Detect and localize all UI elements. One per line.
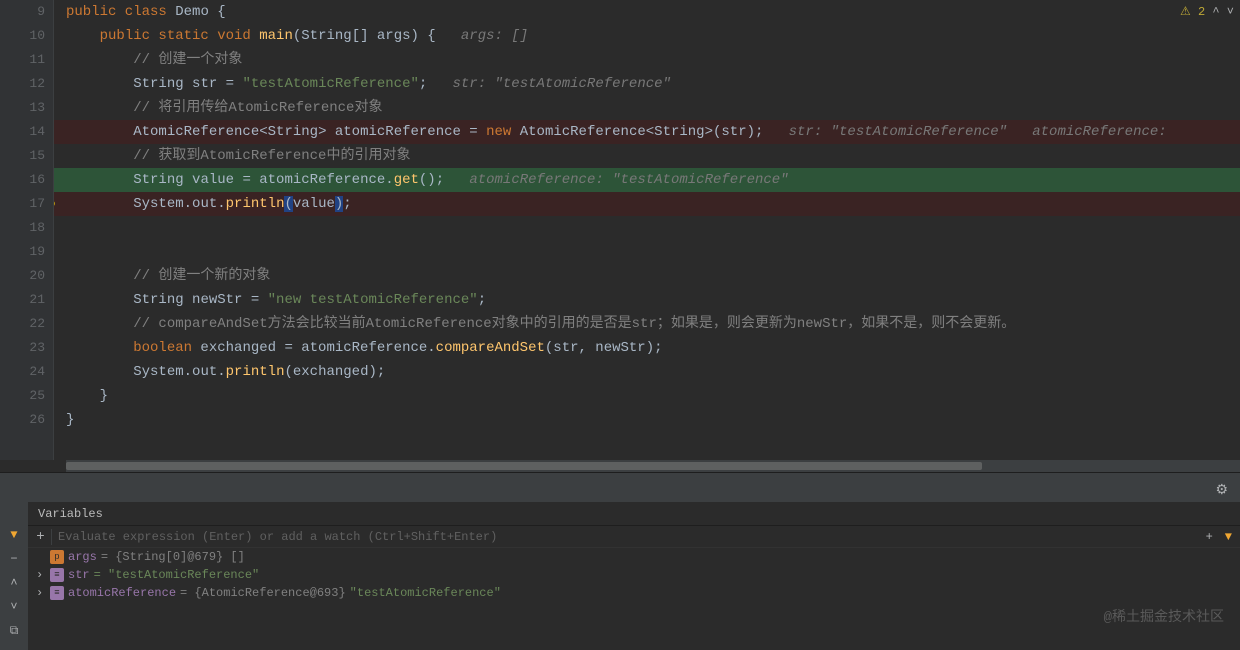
code-editor[interactable]: ▶public class Demo { ▶ public static voi…	[54, 0, 1240, 460]
debug-sidebar: ▼ − ˄ ˅ ⧉	[0, 502, 28, 650]
up-icon[interactable]: ˄	[10, 576, 17, 590]
minus-icon[interactable]: −	[10, 552, 17, 566]
scrollbar-thumb[interactable]	[66, 462, 982, 470]
debug-panel: ▼ − ˄ ˅ ⧉ Variables + Evaluate expressio…	[0, 502, 1240, 650]
gear-icon[interactable]: ⚙	[1215, 482, 1228, 499]
variable-row[interactable]: p args = {String[0]@679} []	[28, 548, 1240, 566]
primitive-icon: p	[50, 550, 64, 564]
object-icon: ≡	[50, 586, 64, 600]
expand-icon[interactable]: ▼	[1225, 530, 1240, 544]
chevron-right-icon[interactable]: ›	[36, 568, 50, 582]
evaluate-row: + Evaluate expression (Enter) or add a w…	[28, 526, 1240, 548]
collapse-icon[interactable]: ▼	[10, 528, 17, 542]
copy-icon[interactable]: ⧉	[10, 624, 19, 638]
horizontal-scrollbar[interactable]	[66, 460, 1240, 472]
variable-row[interactable]: › ≡ atomicReference = {AtomicReference@6…	[28, 584, 1240, 602]
debug-toolbar: ⚙	[0, 480, 1240, 502]
chevron-right-icon[interactable]: ›	[36, 586, 50, 600]
add-icon[interactable]: +	[1206, 530, 1225, 544]
evaluate-input[interactable]: Evaluate expression (Enter) or add a wat…	[52, 530, 1206, 544]
editor-area: ⚠ 2 ^ ˅ 9 10 11 12 13 14 15 16 17 18 19 …	[0, 0, 1240, 460]
variable-row[interactable]: › ≡ str = "testAtomicReference"	[28, 566, 1240, 584]
variables-tab[interactable]: Variables	[28, 502, 1240, 526]
add-watch-button[interactable]: +	[30, 529, 52, 545]
down-icon[interactable]: ˅	[10, 600, 17, 614]
line-number-gutter[interactable]: 9 10 11 12 13 14 15 16 17 18 19 20 21 22…	[0, 0, 54, 460]
object-icon: ≡	[50, 568, 64, 582]
watermark: @稀土掘金技术社区	[1104, 606, 1224, 626]
panel-divider[interactable]	[0, 472, 1240, 480]
